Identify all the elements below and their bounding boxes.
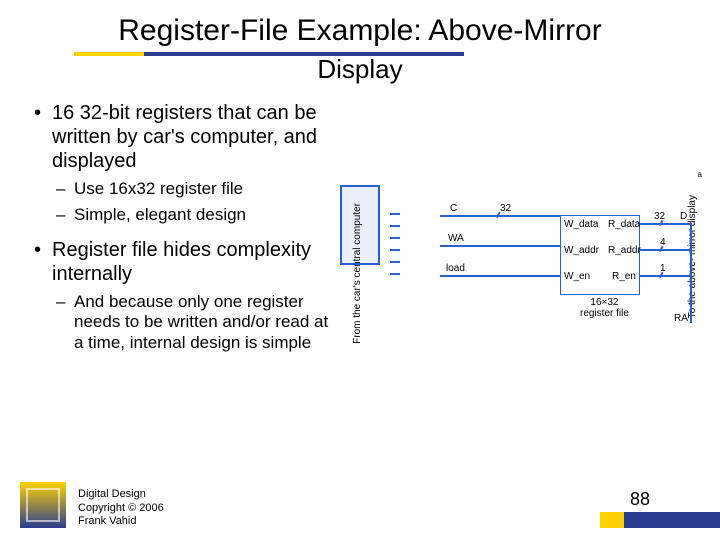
slide-subtitle: Display bbox=[0, 54, 720, 85]
wire-d bbox=[640, 223, 690, 225]
credit-line-1: Digital Design bbox=[78, 488, 164, 501]
label-32a: 32 bbox=[500, 203, 511, 214]
title-tail: Above-Mirror bbox=[422, 14, 602, 47]
wire-wa bbox=[440, 245, 560, 247]
wire-raddr bbox=[640, 249, 690, 251]
credit-line-3: Frank Vahid bbox=[78, 515, 164, 528]
chip-pin bbox=[390, 225, 400, 227]
title-main: Register-File Example: bbox=[118, 14, 421, 47]
subbullet-2a: And because only one register needs to b… bbox=[30, 292, 340, 353]
slide-title: Register-File Example: Above-Mirror bbox=[118, 14, 601, 48]
chip-pin bbox=[390, 249, 400, 251]
rf-caption: 16×32 register file bbox=[580, 297, 629, 319]
label-wa: WA bbox=[448, 233, 464, 244]
label-raddr: R_addr bbox=[608, 245, 641, 256]
wire-load bbox=[440, 275, 560, 277]
label-ren: R_en bbox=[612, 271, 636, 282]
dest-label: To the above- mirror display bbox=[687, 195, 698, 318]
label-c: C bbox=[450, 203, 457, 214]
logo-icon bbox=[20, 482, 66, 528]
credit-block: Digital Design Copyright © 2006 Frank Va… bbox=[78, 488, 164, 528]
chip-pin bbox=[390, 261, 400, 263]
chip-pin bbox=[390, 273, 400, 275]
source-label: From the car's central computer bbox=[352, 203, 363, 344]
wire-vert-right bbox=[690, 223, 692, 323]
title-area: Register-File Example: Above-Mirror bbox=[0, 0, 720, 48]
label-4: 4 bbox=[660, 237, 666, 248]
label-wen: W_en bbox=[564, 271, 590, 282]
label-32b: 32 bbox=[654, 211, 665, 222]
content-row: 16 32-bit registers that can be written … bbox=[0, 85, 720, 365]
label-rdata: R_data bbox=[608, 219, 640, 230]
diagram-column: From the car's central computer To the a… bbox=[340, 95, 702, 365]
label-wdata: W_data bbox=[564, 219, 598, 230]
bullet-column: 16 32-bit registers that can be written … bbox=[30, 95, 340, 365]
subbullet-1a: Use 16x32 register file bbox=[30, 179, 340, 199]
register-file-diagram: From the car's central computer To the a… bbox=[340, 185, 702, 365]
label-waddr: W_addr bbox=[564, 245, 599, 256]
title-underline bbox=[74, 52, 464, 56]
page-number: 88 bbox=[630, 489, 650, 510]
label-load: load bbox=[446, 263, 465, 274]
bullet-1: 16 32-bit registers that can be written … bbox=[30, 101, 340, 173]
corner-accent bbox=[600, 512, 720, 528]
wire-c bbox=[440, 215, 560, 217]
wire-ren bbox=[640, 275, 690, 277]
label-ra: RA bbox=[674, 313, 688, 324]
label-d: D bbox=[680, 211, 687, 222]
credit-line-2: Copyright © 2006 bbox=[78, 502, 164, 515]
bullet-2: Register file hides complexity internall… bbox=[30, 238, 340, 286]
label-1: 1 bbox=[660, 263, 666, 274]
subbullet-1b: Simple, elegant design bbox=[30, 205, 340, 225]
chip-pin bbox=[390, 237, 400, 239]
chip-pin bbox=[390, 213, 400, 215]
